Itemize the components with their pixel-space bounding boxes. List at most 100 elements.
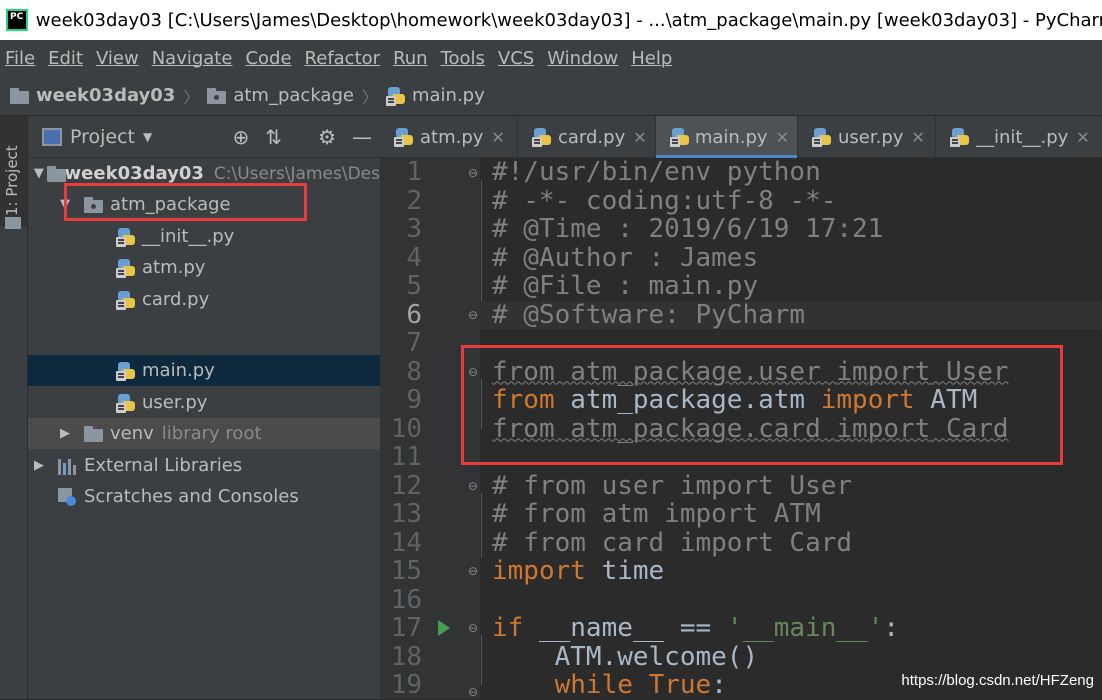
run-icon[interactable] — [438, 620, 450, 636]
fold-end-icon[interactable]: ⊖ — [468, 308, 480, 322]
menu-file[interactable]: File — [1, 48, 43, 69]
menu-code[interactable]: Code — [241, 48, 299, 69]
tree-item-file[interactable]: atm.py — [28, 252, 380, 283]
menu-view[interactable]: View — [92, 48, 147, 69]
python-file-icon — [116, 258, 136, 278]
line-number: 2 — [406, 185, 422, 216]
code-line: # from atm import ATM — [492, 499, 821, 529]
python-file-icon — [116, 227, 136, 247]
tab-card[interactable]: card.py ✕ — [518, 116, 656, 158]
project-panel-header: Project ▼ ⊕ ⇅ ⚙ — — [28, 116, 380, 158]
python-file-icon — [116, 361, 136, 381]
line-number: 8 — [406, 356, 422, 387]
chevron-right-icon[interactable]: ▶ — [34, 458, 52, 473]
line-number: 7 — [406, 328, 422, 358]
scratches-icon — [58, 487, 76, 506]
line-number: 17 — [390, 613, 422, 643]
chevron-right-icon: 〉 — [361, 87, 378, 107]
tab-user[interactable]: user.py ✕ — [798, 116, 936, 158]
chevron-down-icon[interactable]: ▼ — [34, 166, 45, 181]
line-number: 11 — [390, 442, 422, 472]
highlight-box-imports — [461, 345, 1063, 465]
chevron-right-icon[interactable]: ▶ — [60, 426, 78, 441]
folder-icon — [10, 87, 30, 104]
tree-item-file[interactable]: card.py — [28, 284, 380, 315]
python-file-icon — [670, 127, 689, 147]
window-title: week03day03 [C:\Users\James\Desktop\home… — [35, 9, 1102, 31]
tree-item-external-libraries[interactable]: ▶ External Libraries — [28, 450, 380, 481]
line-number: 1 — [406, 157, 422, 187]
line-number: 15 — [390, 556, 422, 586]
python-file-icon — [532, 127, 552, 147]
tree-item-file[interactable]: user.py — [28, 387, 380, 418]
code-line: # @Author : James — [492, 242, 759, 273]
fold-icon[interactable]: ⊖ — [468, 479, 480, 493]
menu-refactor[interactable]: Refactor — [301, 48, 389, 69]
tab-atm[interactable]: atm.py ✕ — [380, 116, 518, 158]
close-icon[interactable]: ✕ — [1076, 128, 1089, 147]
line-number: 4 — [406, 242, 422, 273]
pycharm-app-icon: PC — [6, 9, 28, 31]
close-icon[interactable]: ✕ — [911, 128, 924, 147]
editor-tabs: atm.py ✕ card.py ✕ main.py ✕ user.py ✕ _… — [380, 116, 1102, 158]
fold-icon[interactable]: ⊖ — [468, 621, 480, 635]
menu-navigate[interactable]: Navigate — [148, 48, 241, 69]
tab-main[interactable]: main.py ✕ — [656, 116, 798, 158]
python-file-icon — [812, 127, 832, 147]
code-line: import time — [492, 556, 665, 586]
line-number: 19 — [390, 670, 422, 700]
menu-run[interactable]: Run — [389, 48, 436, 69]
tree-item-venv[interactable]: ▶ venv library root — [28, 418, 380, 449]
python-file-icon — [394, 127, 414, 147]
code-line-current: # @Software: PyCharm — [480, 300, 1102, 329]
line-number: 14 — [390, 527, 422, 558]
python-file-icon — [950, 127, 970, 147]
fold-icon[interactable]: ⊖ — [468, 166, 480, 180]
line-number: 10 — [390, 413, 422, 444]
menu-help[interactable]: Help — [627, 48, 680, 69]
menu-tools[interactable]: Tools — [437, 48, 493, 69]
code-line: # @Time : 2019/6/19 17:21 — [492, 214, 884, 244]
collapse-all-icon[interactable]: ⇅ — [265, 125, 282, 149]
line-number: 13 — [390, 499, 422, 529]
tree-item-scratches[interactable]: Scratches and Consoles — [28, 481, 380, 512]
close-icon[interactable]: ✕ — [491, 128, 504, 147]
package-folder-icon — [207, 87, 227, 104]
close-icon[interactable]: ✕ — [776, 128, 789, 147]
breadcrumb-project[interactable]: week03day03 — [10, 85, 175, 106]
breadcrumb-package[interactable]: atm_package — [207, 85, 354, 106]
title-bar: PC week03day03 [C:\Users\James\Desktop\h… — [0, 0, 1102, 40]
locate-target-icon[interactable]: ⊕ — [233, 125, 250, 149]
fold-end-icon[interactable]: ⊖ — [468, 564, 480, 578]
watermark: https://blog.csdn.net/HFZeng — [901, 672, 1094, 689]
code-line: # -*- coding:utf-8 -*- — [492, 185, 837, 216]
project-tool-tab[interactable]: 1: Project — [0, 116, 27, 226]
fold-icon[interactable]: ⊖ — [468, 685, 480, 699]
line-number-current: 6 — [406, 299, 422, 330]
breadcrumb: week03day03 〉 atm_package 〉 main.py — [0, 76, 1102, 116]
python-file-icon — [116, 393, 136, 413]
project-icon — [42, 127, 62, 146]
close-icon[interactable]: ✕ — [633, 128, 646, 147]
tree-item-file-selected[interactable]: main.py — [28, 355, 380, 386]
code-line: # from card import Card — [492, 527, 853, 558]
code-line: # from user import User — [492, 470, 853, 501]
line-number: 5 — [406, 271, 422, 301]
folder-icon — [5, 217, 21, 229]
folder-icon — [84, 425, 104, 442]
breadcrumb-file[interactable]: main.py — [385, 85, 485, 106]
minimize-icon[interactable]: — — [352, 125, 372, 149]
menu-vcs[interactable]: VCS — [494, 48, 542, 69]
project-view-selector[interactable]: Project — [70, 126, 135, 148]
gear-icon[interactable]: ⚙ — [318, 125, 336, 149]
line-number: 3 — [406, 214, 422, 244]
menu-edit[interactable]: Edit — [44, 48, 91, 69]
code-line: # @File : main.py — [492, 271, 759, 301]
caret-down-icon[interactable]: ▼ — [143, 130, 152, 144]
menu-window[interactable]: Window — [543, 48, 626, 69]
line-number: 9 — [406, 385, 422, 415]
code-line: ATM.welcome() — [492, 641, 759, 672]
line-number: 12 — [390, 470, 422, 501]
tree-item-file[interactable]: __init__.py — [28, 221, 380, 252]
tab-init[interactable]: __init__.py ✕ — [936, 116, 1102, 158]
